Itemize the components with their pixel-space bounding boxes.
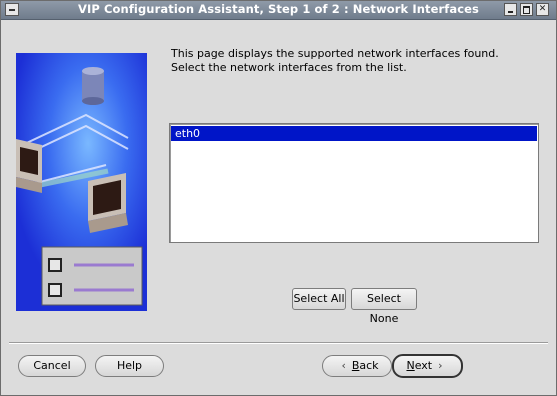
back-chevron-icon: ‹ xyxy=(341,359,346,372)
select-none-button[interactable]: Select None xyxy=(351,288,417,325)
title-bar[interactable]: VIP Configuration Assistant, Step 1 of 2… xyxy=(1,1,556,20)
next-chevron-icon: › xyxy=(438,359,443,372)
wizard-window: VIP Configuration Assistant, Step 1 of 2… xyxy=(0,0,557,396)
database-icon xyxy=(82,67,104,105)
monitor-icon-right xyxy=(88,173,128,233)
minimize-icon[interactable] xyxy=(504,3,517,16)
list-item[interactable]: eth0 xyxy=(171,126,537,141)
next-label: ext xyxy=(414,359,433,372)
cancel-button[interactable]: Cancel xyxy=(18,355,86,377)
checklist-icon xyxy=(41,246,143,306)
maximize-icon[interactable] xyxy=(520,3,533,16)
wizard-illustration xyxy=(16,53,147,311)
next-button[interactable]: Next › xyxy=(392,354,463,378)
close-icon[interactable]: ✕ xyxy=(536,3,549,16)
monitor-icon-left xyxy=(16,139,42,193)
next-mnemonic: N xyxy=(406,359,415,372)
footer-separator xyxy=(9,342,548,344)
network-interfaces-list[interactable]: eth0 xyxy=(169,123,539,243)
help-button[interactable]: Help xyxy=(95,355,164,377)
select-all-button[interactable]: Select All xyxy=(292,288,346,310)
page-description: This page displays the supported network… xyxy=(171,47,499,74)
back-button[interactable]: ‹ Back xyxy=(322,355,392,377)
window-title: VIP Configuration Assistant, Step 1 of 2… xyxy=(77,2,480,16)
back-label: ack xyxy=(359,359,379,372)
